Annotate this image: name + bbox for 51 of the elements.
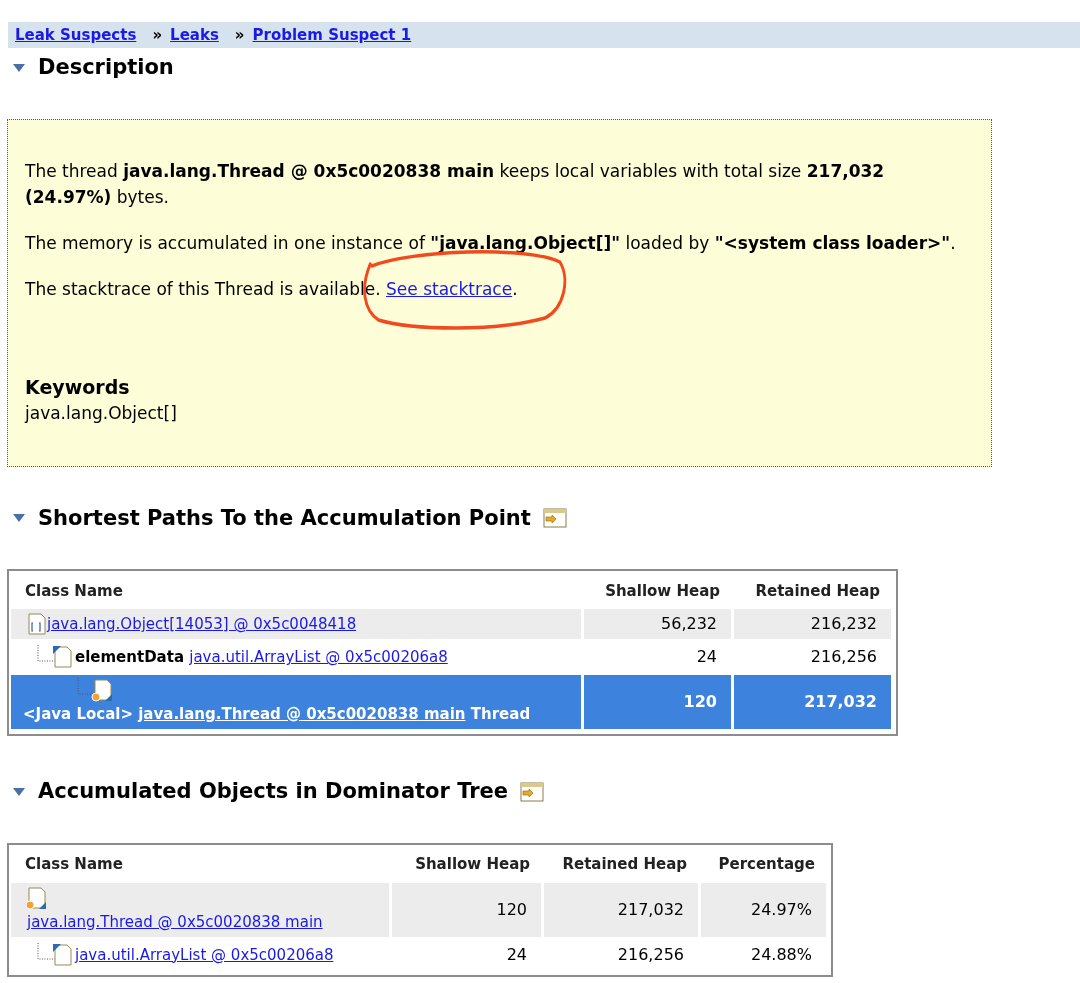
keywords-text: java.lang.Object[] <box>25 401 178 425</box>
description-text: The memory is accumulated in one instance of "java.lang.Object[]" loaded by "<system class loader>". <box>25 231 957 255</box>
section-title: Accumulated Objects in Dominator Tree <box>38 778 509 805</box>
column-header[interactable]: Percentage <box>718 853 815 876</box>
stacktrace-link[interactable]: See stacktrace <box>386 278 513 299</box>
column-header[interactable]: Retained Heap <box>562 853 687 876</box>
object-link[interactable]: java.util.ArrayList @ 0x5c00206a8 <box>75 945 334 964</box>
table-cell-text: 56,232 <box>661 613 717 635</box>
column-header[interactable]: Class Name <box>25 853 123 876</box>
array-icon <box>27 612 47 636</box>
object-link[interactable]: java.util.ArrayList @ 0x5c00206a8 <box>189 648 448 666</box>
object-link[interactable]: java.lang.Thread @ 0x5c0020838 main <box>138 705 466 723</box>
table-cell-text: 120 <box>496 898 527 921</box>
tree-node-icon <box>35 942 75 967</box>
section-title: Shortest Paths To the Accumulation Point <box>38 504 531 532</box>
table-cell-text: 120 <box>683 691 717 713</box>
table-cell-text: 24 <box>506 943 527 966</box>
table-cell-text: 24.88% <box>751 943 812 966</box>
table-cell-text: 217,032 <box>804 691 877 713</box>
punctuation: . <box>512 278 518 299</box>
column-header[interactable]: Retained Heap <box>755 579 880 603</box>
tree-node-icon <box>35 645 75 669</box>
column-header[interactable]: Shallow Heap <box>605 579 720 603</box>
table-cell-text: 216,256 <box>617 943 684 966</box>
tree-node-icon <box>75 678 115 702</box>
table-row[interactable]: java.lang.Thread @ 0x5c0020838 main 120 217,032 24.97% <box>11 882 829 937</box>
field-label: <Java Local> <box>23 705 134 723</box>
section-title: Description <box>38 54 174 81</box>
breadcrumb-link[interactable]: Leaks <box>170 23 219 47</box>
column-header[interactable]: Class Name <box>25 579 123 603</box>
window-icon[interactable] <box>520 781 545 802</box>
column-header[interactable]: Shallow Heap <box>415 853 530 876</box>
window-icon[interactable] <box>542 508 567 529</box>
table-row[interactable]: java.util.ArrayList @ 0x5c00206a8 24 216,256 24.88% <box>11 939 829 970</box>
document-icon <box>27 885 47 910</box>
breadcrumb-separator: » <box>152 24 163 46</box>
breadcrumb-link[interactable]: Leak Suspects <box>15 23 137 47</box>
field-label: elementData <box>75 648 185 666</box>
table-cell-text: 24 <box>696 646 717 668</box>
expanded-triangle-icon[interactable] <box>12 513 26 524</box>
expanded-triangle-icon[interactable] <box>12 62 26 73</box>
breadcrumb-link[interactable]: Problem Suspect 1 <box>252 23 412 47</box>
description-text: The thread java.lang.Thread @ 0x5c0020838 main keeps local variables with total size 217,032 (24.97%) bytes. <box>25 159 886 209</box>
table-cell-text: 216,232 <box>810 613 877 635</box>
breadcrumb-separator: » <box>234 24 245 46</box>
type-label: Thread <box>469 705 531 723</box>
table-cell-text: 216,256 <box>810 646 877 668</box>
table-cell-text: 217,032 <box>617 898 684 921</box>
expanded-triangle-icon[interactable] <box>12 786 26 797</box>
keywords-heading: Keywords <box>25 374 131 400</box>
table-cell-text: 24.97% <box>751 898 812 921</box>
